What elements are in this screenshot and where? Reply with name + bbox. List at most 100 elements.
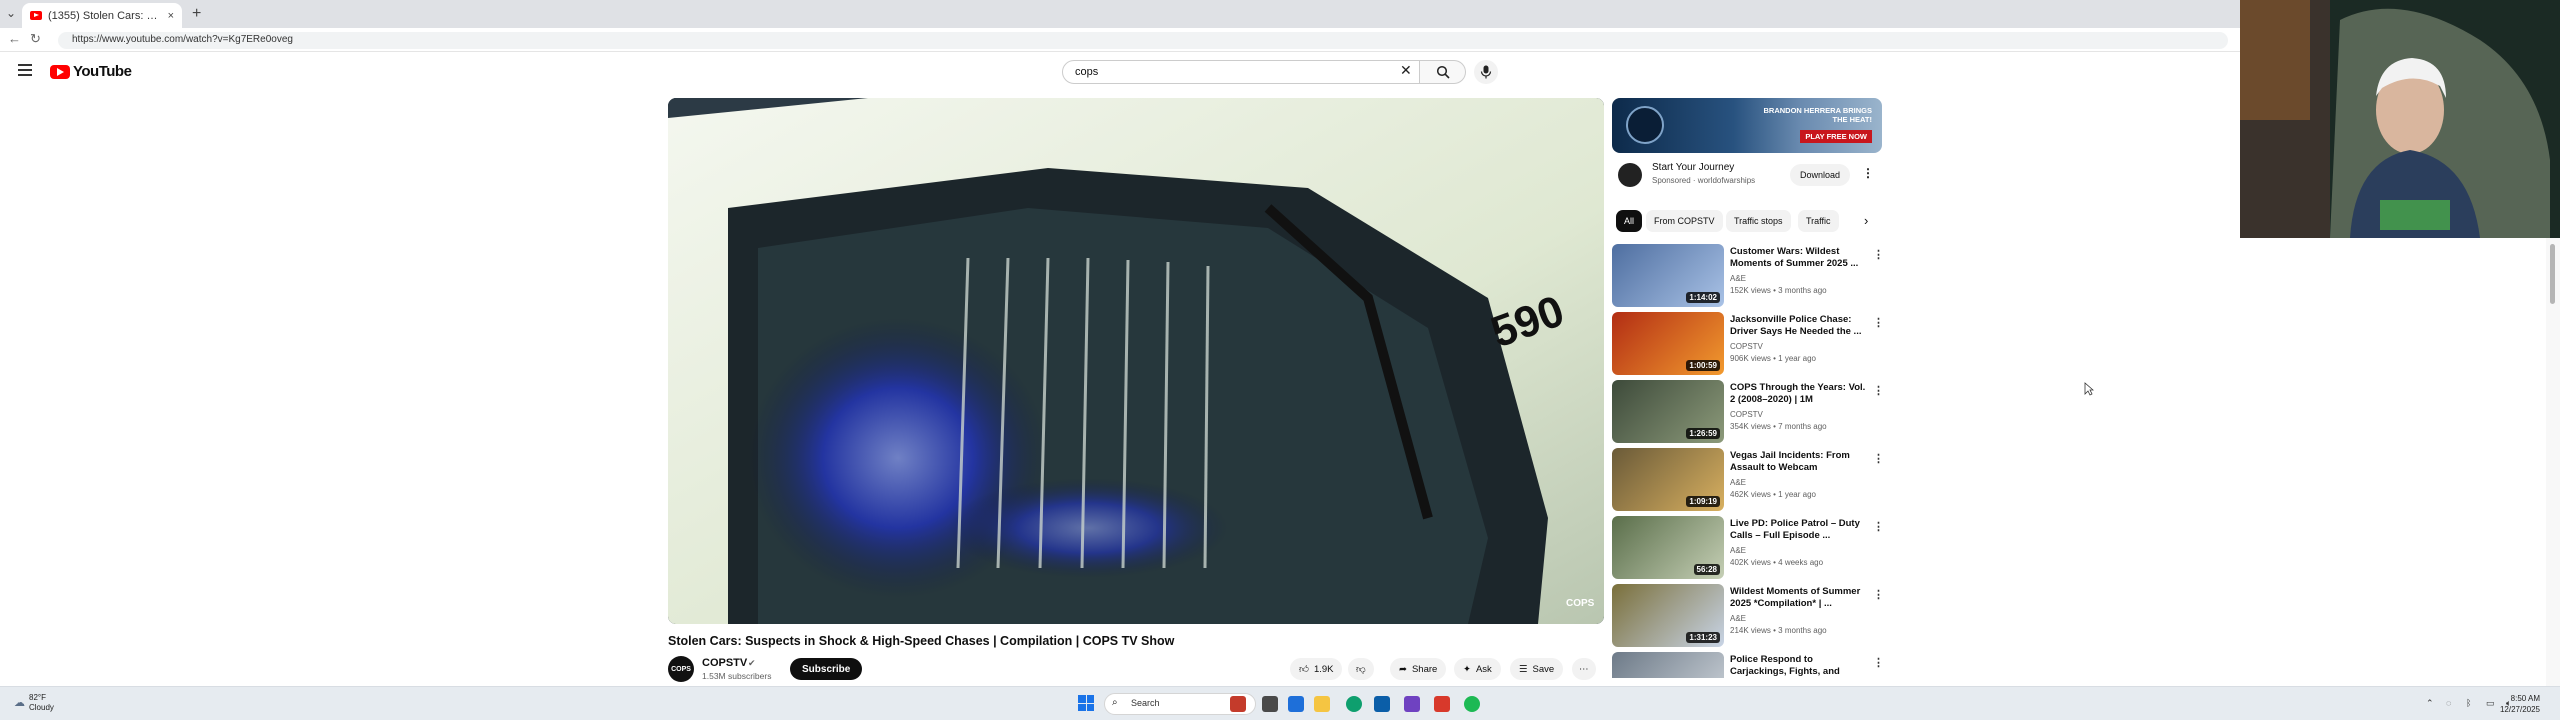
duration-badge: 1:00:59 (1686, 360, 1720, 371)
duration-badge: 1:26:59 (1686, 428, 1720, 439)
list-item[interactable]: 1:14:02 Customer Wars: Wildest Moments o… (1612, 244, 1888, 310)
video-thumbnail[interactable]: 56:28 (1612, 516, 1724, 579)
taskbar-app-icon[interactable] (1230, 696, 1246, 712)
video-title[interactable]: Police Respond to Carjackings, Fights, a… (1730, 654, 1870, 678)
ad-advertiser-logo (1618, 163, 1642, 187)
ad-title[interactable]: Start Your Journey (1652, 162, 1734, 173)
voice-search-button[interactable] (1474, 60, 1498, 84)
ask-button[interactable]: ✦ Ask (1454, 658, 1501, 680)
clear-search-icon[interactable]: ✕ (1400, 62, 1412, 79)
more-options-icon[interactable]: ⋮ (1873, 248, 1884, 261)
ad-download-button[interactable]: Download (1790, 164, 1851, 186)
youtube-header: YouTube cops ✕ (0, 52, 2240, 92)
reload-icon[interactable]: ↻ (30, 31, 41, 47)
weather-widget[interactable]: ☁ 82°F Cloudy (14, 693, 54, 713)
video-thumbnail[interactable]: 1:14:02 (1612, 244, 1724, 307)
youtube-logo[interactable]: YouTube (50, 63, 132, 80)
logo-text: YouTube (73, 63, 132, 80)
video-player[interactable]: 590 COPS (668, 98, 1604, 624)
edge-browser-icon[interactable] (1288, 696, 1304, 712)
video-thumbnail[interactable]: 1:00:59 (1612, 312, 1724, 375)
page-scrollbar[interactable] (2546, 238, 2560, 686)
channel-name[interactable]: A&E (1730, 614, 1746, 623)
chip-all[interactable]: All (1616, 210, 1643, 232)
list-item[interactable]: Police Respond to Carjackings, Fights, a… (1612, 652, 1888, 678)
spotify-icon[interactable] (1464, 696, 1480, 712)
channel-name[interactable]: COPSTV (1730, 342, 1763, 351)
video-title[interactable]: Customer Wars: Wildest Moments of Summer… (1730, 246, 1870, 270)
more-actions-button[interactable]: ⋯ (1572, 658, 1596, 680)
video-title[interactable]: COPS Through the Years: Vol. 2 (2008–202… (1730, 382, 1870, 406)
chrome-browser-icon[interactable] (1346, 696, 1362, 712)
more-options-icon[interactable]: ⋮ (1873, 316, 1884, 329)
new-tab-button[interactable]: + (192, 5, 201, 23)
more-options-icon[interactable]: ⋮ (1873, 588, 1884, 601)
recording-app-icon[interactable] (1434, 696, 1450, 712)
search-input[interactable]: cops (1062, 60, 1420, 84)
display-icon[interactable]: ▭ (2486, 698, 2495, 709)
more-options-icon[interactable]: ⋮ (1873, 384, 1884, 397)
chip-traffic[interactable]: Traffic (1798, 210, 1839, 232)
start-menu-icon[interactable] (1078, 695, 1094, 711)
filter-chips: All From COPSTV Traffic stops Traffic › (1612, 210, 1882, 232)
channel-row: COPS COPSTV ✔ 1.53M subscribers Subscrib… (668, 654, 1604, 684)
file-explorer-icon[interactable] (1314, 696, 1330, 712)
bluetooth-icon[interactable]: ᛒ (2466, 698, 2471, 708)
tab-close-icon[interactable]: × (168, 10, 174, 22)
video-thumbnail[interactable] (1612, 652, 1724, 678)
scrollbar-thumb[interactable] (2550, 244, 2555, 304)
channel-name[interactable]: A&E (1730, 274, 1746, 283)
channel-name[interactable]: COPSTV (1730, 410, 1763, 419)
tray-overflow-icon[interactable]: ⌃ (2426, 698, 2434, 709)
chips-next-icon[interactable]: › (1864, 213, 1868, 228)
share-button[interactable]: ➦ Share (1390, 658, 1447, 680)
clock-date: 12/27/2025 (2499, 705, 2540, 714)
windows-taskbar: ☁ 82°F Cloudy Search ⌕ ⌃ ◌ ᛒ ▭ 🔈︎ 8:50 A… (0, 686, 2560, 720)
video-title[interactable]: Jacksonville Police Chase: Driver Says H… (1730, 314, 1870, 338)
list-item[interactable]: 1:26:59 COPS Through the Years: Vol. 2 (… (1612, 380, 1888, 446)
more-options-icon[interactable]: ⋮ (1873, 452, 1884, 465)
webcam-overlay (2240, 0, 2560, 238)
more-options-icon[interactable]: ⋮ (1873, 520, 1884, 533)
save-button[interactable]: ☰ Save (1510, 658, 1564, 680)
list-item[interactable]: 56:28 Live PD: Police Patrol – Duty Call… (1612, 516, 1888, 582)
channel-avatar[interactable]: COPS (668, 656, 694, 682)
taskbar-clock[interactable]: 8:50 AM 12/27/2025 (2500, 693, 2540, 715)
discord-icon[interactable] (1404, 696, 1420, 712)
ad-more-icon[interactable]: ⋮ (1862, 166, 1874, 180)
task-view-icon[interactable] (1262, 696, 1278, 712)
list-item[interactable]: 1:31:23 Wildest Moments of Summer 2025 *… (1612, 584, 1888, 650)
url-field[interactable]: https://www.youtube.com/watch?v=Kg7ERe0o… (58, 32, 2228, 49)
network-icon[interactable]: ◌ (2446, 698, 2451, 708)
tab-list-chevron-icon[interactable]: ⌄ (6, 6, 16, 20)
channel-name[interactable]: COPSTV (702, 657, 747, 669)
clock-time: 8:50 AM (2510, 694, 2540, 703)
chip-from-copstv[interactable]: From COPSTV (1646, 210, 1723, 232)
ad-sponsored-label: Sponsored · worldofwarships (1652, 176, 1756, 185)
like-button[interactable]: 👍︎ 1.9K (1290, 658, 1343, 680)
video-title[interactable]: Live PD: Police Patrol – Duty Calls – Fu… (1730, 518, 1870, 542)
more-options-icon[interactable]: ⋮ (1873, 656, 1884, 669)
channel-name[interactable]: A&E (1730, 478, 1746, 487)
list-item[interactable]: 1:09:19 Vegas Jail Incidents: From Assau… (1612, 448, 1888, 514)
video-title[interactable]: Vegas Jail Incidents: From Assault to We… (1730, 450, 1870, 474)
list-item[interactable]: 1:00:59 Jacksonville Police Chase: Drive… (1612, 312, 1888, 378)
browser-tab-active[interactable]: (1355) Stolen Cars: Suspects in × (22, 3, 182, 28)
tab-title: (1355) Stolen Cars: Suspects in (48, 9, 162, 22)
video-title[interactable]: Wildest Moments of Summer 2025 *Compilat… (1730, 586, 1870, 610)
store-icon[interactable] (1374, 696, 1390, 712)
menu-hamburger-icon[interactable] (18, 64, 32, 76)
dislike-button[interactable]: 👎︎ (1348, 658, 1374, 680)
subscribe-button[interactable]: Subscribe (790, 658, 863, 680)
back-arrow-icon[interactable]: ← (8, 31, 21, 46)
ad-banner-image[interactable]: BRANDON HERRERA BRINGS THE HEAT! PLAY FR… (1612, 98, 1882, 153)
chip-traffic-stops[interactable]: Traffic stops (1726, 210, 1791, 232)
video-meta: 462K views • 1 year ago (1730, 490, 1816, 499)
video-thumbnail[interactable]: 1:26:59 (1612, 380, 1724, 443)
search-button[interactable] (1420, 60, 1466, 84)
video-thumbnail[interactable]: 1:31:23 (1612, 584, 1724, 647)
video-thumbnail[interactable]: 1:09:19 (1612, 448, 1724, 511)
ad-play-button[interactable]: PLAY FREE NOW (1800, 130, 1872, 143)
channel-name[interactable]: A&E (1730, 546, 1746, 555)
ask-label: Ask (1475, 663, 1492, 675)
